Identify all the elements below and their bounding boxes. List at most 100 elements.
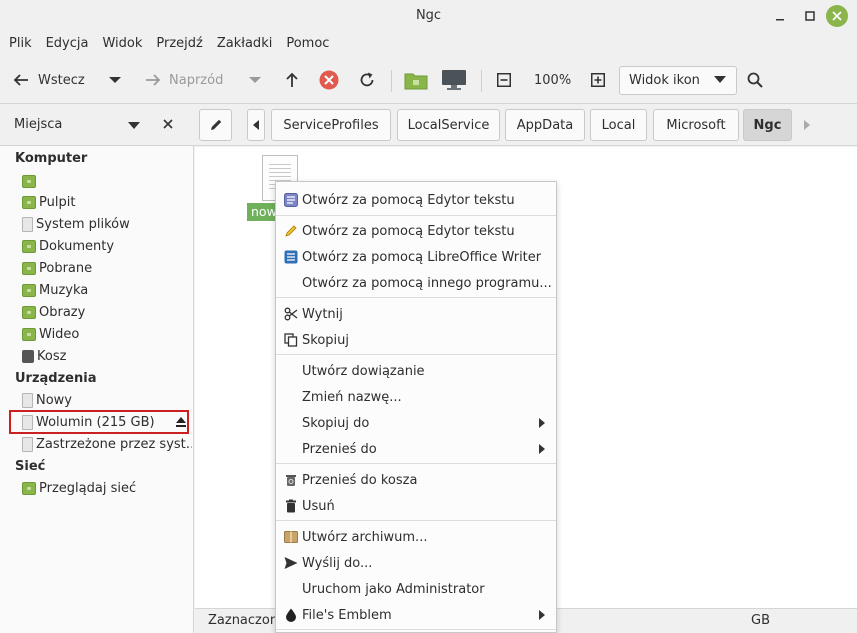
minimize-icon <box>776 19 784 21</box>
zoom-out-button[interactable] <box>497 66 511 94</box>
ctx-rename[interactable]: Zmień nazwę... <box>276 384 556 410</box>
back-button[interactable]: Wstecz <box>12 66 85 94</box>
sidebar-item-label: Nowy <box>36 392 73 408</box>
path-scroll-left[interactable] <box>247 109 265 141</box>
path-segment-current[interactable]: Ngc <box>743 109 792 141</box>
close-window-button[interactable] <box>826 5 848 27</box>
menu-edit[interactable]: Edycja <box>39 32 96 58</box>
reload-icon <box>360 72 374 87</box>
ctx-delete[interactable]: Usuń <box>276 493 556 519</box>
ctx-copy-to[interactable]: Skopiuj do <box>276 410 556 436</box>
submenu-arrow-icon <box>539 610 545 620</box>
ctx-open-libreoffice-writer[interactable]: Otwórz za pomocą LibreOffice Writer <box>276 244 556 270</box>
stop-icon <box>319 70 339 90</box>
ctx-make-link[interactable]: Utwórz dowiązanie <box>276 358 556 384</box>
delete-icon <box>286 499 296 513</box>
up-button[interactable] <box>285 66 299 94</box>
path-segment[interactable]: Local <box>590 109 647 141</box>
sidebar-item-label: Muzyka <box>39 282 89 298</box>
ctx-run-as-admin[interactable]: Uruchom jako Administrator <box>276 576 556 602</box>
minimize-button[interactable] <box>770 6 790 26</box>
send-icon <box>284 557 298 569</box>
ctx-item-label: Skopiuj <box>302 332 349 348</box>
ctx-open-text-editor-default[interactable]: Otwórz za pomocą Edytor tekstu <box>276 187 556 213</box>
sidebar-item-new-volume[interactable]: Nowy <box>22 389 192 411</box>
toolbar: Wstecz Naprzód 100% Widok ikon <box>0 58 857 104</box>
music-folder-icon <box>22 283 36 297</box>
sidebar-section-computer: Komputer <box>15 151 88 166</box>
sidebar-item-videos[interactable]: Wideo <box>22 323 192 345</box>
sidebar-item-pictures[interactable]: Obrazy <box>22 301 192 323</box>
ctx-cut[interactable]: Wytnij <box>276 301 556 327</box>
pencil-icon <box>285 225 297 237</box>
back-history-dropdown[interactable] <box>108 66 122 94</box>
sidebar-item-label: Wideo <box>39 326 80 342</box>
close-icon <box>163 119 173 129</box>
menu-go[interactable]: Przejdź <box>149 32 209 58</box>
forward-history-dropdown[interactable] <box>248 66 262 94</box>
ctx-file-emblem[interactable]: File's Emblem <box>276 602 556 628</box>
view-mode-select[interactable]: Widok ikon <box>619 66 737 95</box>
sidebar-item-system-reserved[interactable]: Zastrzeżone przez syst… <box>22 433 192 455</box>
ctx-open-other-app[interactable]: Otwórz za pomocą innego programu... <box>276 270 556 296</box>
path-segment[interactable]: Microsoft <box>653 109 739 141</box>
ctx-copy[interactable]: Skopiuj <box>276 327 556 353</box>
search-icon <box>747 72 763 88</box>
ctx-item-label: Otwórz za pomocą Edytor tekstu <box>302 223 515 239</box>
computer-button[interactable] <box>441 66 467 94</box>
path-segment[interactable]: ServiceProfiles <box>271 109 391 141</box>
menu-file[interactable]: Plik <box>2 32 39 58</box>
drive-icon <box>22 436 33 452</box>
sidebar-item-browse-network[interactable]: Przeglądaj sieć <box>22 477 192 499</box>
writer-icon <box>284 250 298 264</box>
home-button[interactable] <box>404 66 428 94</box>
reload-button[interactable] <box>358 66 376 94</box>
maximize-icon <box>805 11 815 21</box>
search-button[interactable] <box>747 66 763 94</box>
sidebar-item-trash[interactable]: Kosz <box>22 345 192 367</box>
menu-bookmarks[interactable]: Zakładki <box>210 32 279 58</box>
sidebar-dropdown[interactable] <box>128 122 140 129</box>
forward-button[interactable]: Naprzód <box>144 66 223 94</box>
path-segment[interactable]: AppData <box>505 109 585 141</box>
sidebar-item-filesystem[interactable]: System plików <box>22 213 192 235</box>
sidebar-item-label: Kosz <box>37 348 67 364</box>
path-scroll-right[interactable] <box>798 109 816 141</box>
path-segment[interactable]: LocalService <box>397 109 500 141</box>
sidebar-item-downloads[interactable]: Pobrane <box>22 257 192 279</box>
ctx-move-to-trash[interactable]: Przenieś do kosza <box>276 467 556 493</box>
sidebar-item-music[interactable]: Muzyka <box>22 279 192 301</box>
sidebar-item-documents[interactable]: Dokumenty <box>22 235 192 257</box>
sidebar-item-label: Pobrane <box>39 260 93 276</box>
ctx-send-to[interactable]: Wyślij do... <box>276 550 556 576</box>
menu-help[interactable]: Pomoc <box>279 32 336 58</box>
menu-separator <box>276 463 556 464</box>
zoom-out-icon <box>497 73 511 87</box>
pathbar: ServiceProfiles LocalService AppData Loc… <box>194 104 857 146</box>
zoom-level: 100% <box>534 72 572 88</box>
ctx-move-to[interactable]: Przenieś do <box>276 436 556 462</box>
desktop-folder-icon <box>22 195 36 209</box>
chevron-left-icon <box>253 120 259 130</box>
maximize-button[interactable] <box>800 6 820 26</box>
sidebar-item-home[interactable] <box>22 170 192 192</box>
sidebar-item-desktop[interactable]: Pulpit <box>22 191 192 213</box>
menu-separator <box>276 297 556 298</box>
pencil-icon <box>210 119 221 130</box>
zoom-in-button[interactable] <box>591 66 605 94</box>
ctx-item-label: Zmień nazwę... <box>302 389 402 405</box>
submenu-arrow-icon <box>539 444 545 454</box>
sidebar-header: Miejsca <box>0 104 194 146</box>
stop-button[interactable] <box>319 66 339 94</box>
eject-button[interactable] <box>175 416 187 428</box>
edit-path-button[interactable] <box>199 109 232 141</box>
ctx-create-archive[interactable]: Utwórz archiwum... <box>276 524 556 550</box>
menu-view[interactable]: Widok <box>95 32 149 58</box>
menu-separator <box>276 629 556 630</box>
drive-icon <box>22 216 33 232</box>
sidebar-close-button[interactable] <box>163 115 173 133</box>
ctx-item-label: Utwórz archiwum... <box>302 529 428 545</box>
ctx-item-label: Uruchom jako Administrator <box>302 581 485 597</box>
ctx-open-text-editor[interactable]: Otwórz za pomocą Edytor tekstu <box>276 218 556 244</box>
forward-label: Naprzód <box>169 72 224 88</box>
